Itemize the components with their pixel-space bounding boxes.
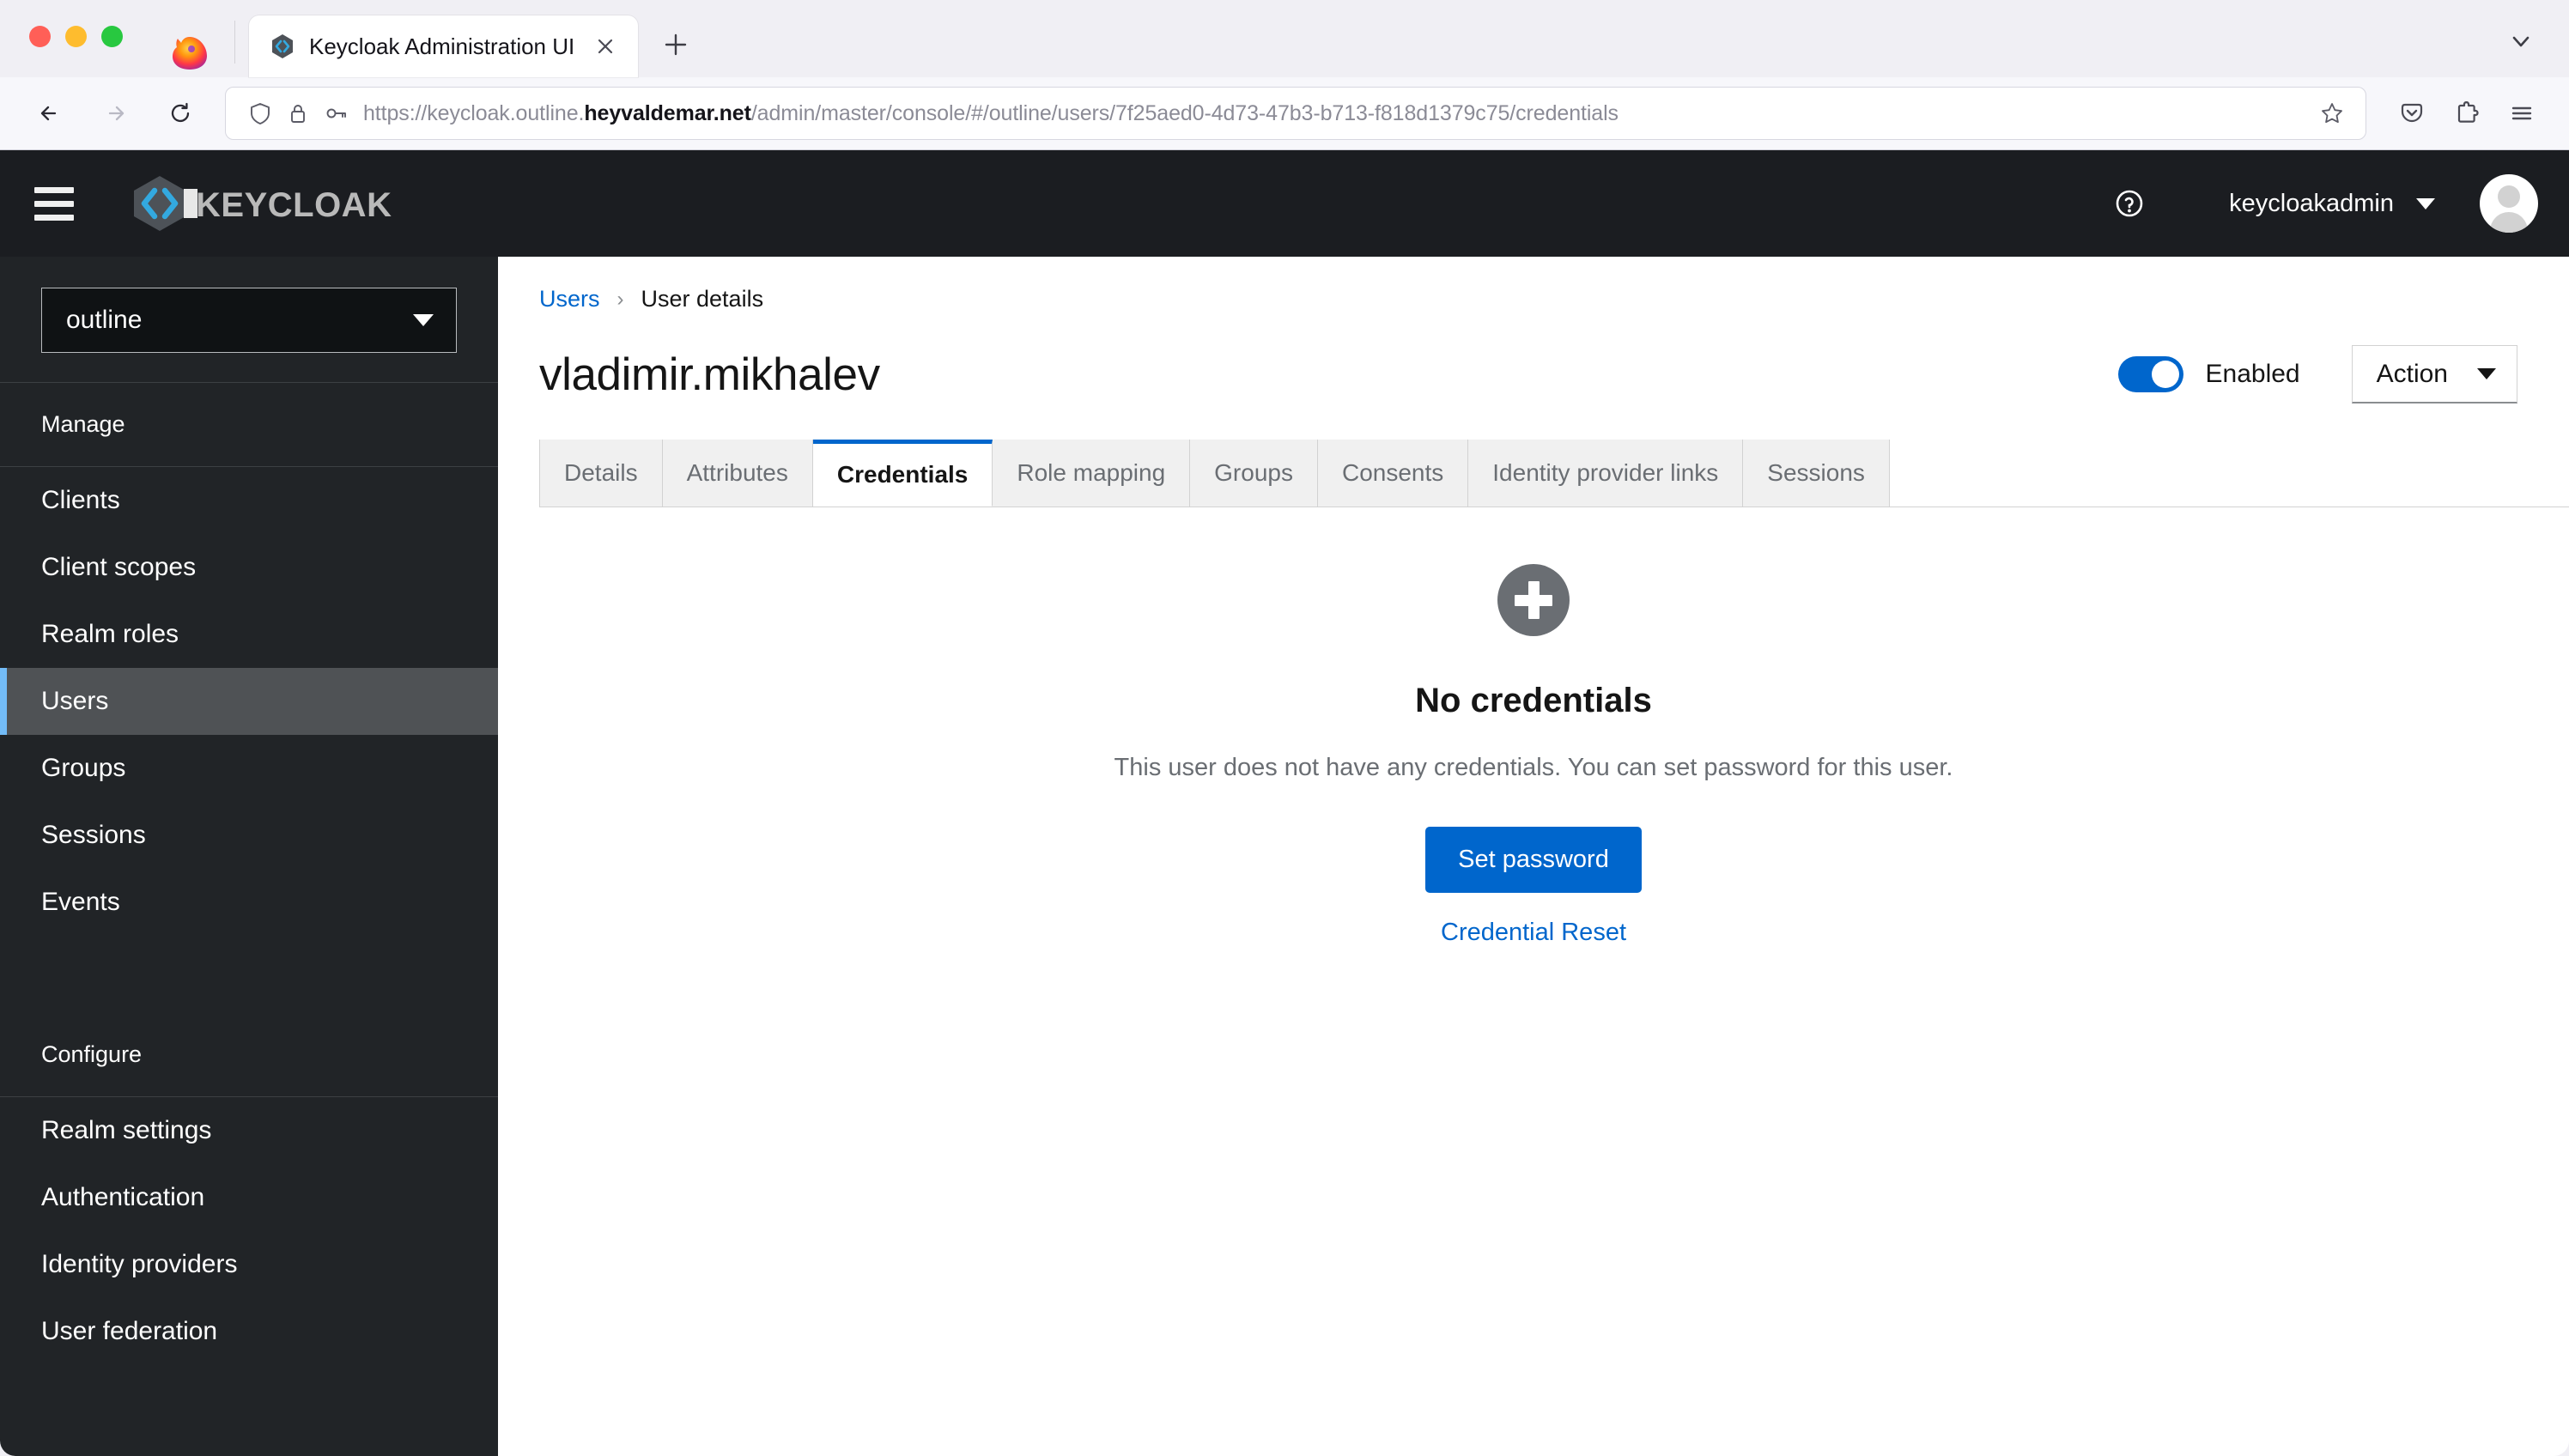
pocket-save-button[interactable] [2387,88,2437,138]
credential-reset-link[interactable]: Credential Reset [1441,919,1626,947]
svg-text:KEYCLOAK: KEYCLOAK [196,186,392,224]
set-password-button[interactable]: Set password [1425,827,1642,893]
nav-group-title-manage: Manage [41,411,125,437]
url-text: https://keycloak.outline.heyvaldemar.net… [363,101,2312,126]
help-question-icon[interactable] [2105,179,2153,228]
breadcrumb-separator-icon: › [616,287,624,311]
app-body: outline Manage Clients Client scopes Rea… [0,257,2569,1456]
browser-tab-title: Keycloak Administration UI [309,33,575,59]
key-icon[interactable] [317,94,355,132]
tab-sessions[interactable]: Sessions [1743,440,1890,507]
browser-navigation-bar: https://keycloak.outline.heyvaldemar.net… [0,77,2569,150]
lock-icon[interactable] [279,94,317,132]
chevron-down-icon [2477,368,2496,379]
browser-window: Keycloak Administration UI https://keycl… [0,0,2569,1456]
sidebar-item-users[interactable]: Users [0,668,498,735]
enabled-toggle-label: Enabled [2205,360,2300,388]
nav-group-title-configure: Configure [41,1041,143,1067]
chevron-down-icon [413,314,434,326]
browser-tab[interactable]: Keycloak Administration UI [249,15,639,77]
keycloak-brand-logo[interactable]: KEYCLOAK [127,173,410,234]
action-dropdown-label: Action [2376,359,2448,388]
firefox-logo-icon [171,34,209,72]
realm-selector[interactable]: outline [41,288,457,353]
user-menu-label: keycloakadmin [2229,189,2394,217]
maximize-window-button[interactable] [101,25,123,47]
sidebar-item-groups[interactable]: Groups [0,735,498,802]
sidebar-navigation: outline Manage Clients Client scopes Rea… [0,257,498,1456]
url-domain: heyvaldemar.net [584,100,751,125]
sidebar-item-authentication[interactable]: Authentication [0,1164,498,1231]
sidebar-item-realm-settings[interactable]: Realm settings [0,1097,498,1164]
page-title: vladimir.mikhalev [539,349,880,400]
main-content: Users › User details vladimir.mikhalev E… [498,257,2569,1456]
tab-strip-divider [234,21,235,64]
extensions-button[interactable] [2442,88,2492,138]
enabled-toggle-group: Enabled [2117,356,2300,392]
sidebar-item-realm-roles[interactable]: Realm roles [0,601,498,668]
shield-icon[interactable] [241,94,279,132]
breadcrumb: Users › User details [498,257,2569,312]
forward-button[interactable] [88,86,143,141]
tab-identity-provider-links[interactable]: Identity provider links [1468,440,1744,507]
user-avatar-icon[interactable] [2480,174,2538,233]
breadcrumb-link-users[interactable]: Users [539,286,600,312]
tab-role-mapping[interactable]: Role mapping [993,440,1191,507]
sidebar-item-events[interactable]: Events [0,869,498,936]
action-dropdown-button[interactable]: Action [2351,345,2517,403]
empty-state-title: No credentials [1415,682,1652,719]
close-icon[interactable] [588,29,623,64]
list-all-tabs-button[interactable] [2495,15,2547,67]
no-credentials-empty-state: No credentials This user does not have a… [498,507,2569,1456]
realm-selector-wrapper: outline [0,257,498,382]
keycloak-favicon-icon [270,33,295,59]
sidebar-item-clients[interactable]: Clients [0,467,498,534]
url-prefix: https://keycloak.outline. [363,100,585,125]
tab-groups[interactable]: Groups [1190,440,1318,507]
enabled-toggle[interactable] [2117,356,2183,392]
hamburger-menu-icon[interactable] [34,179,84,228]
chevron-down-icon [2416,197,2435,209]
tab-attributes[interactable]: Attributes [662,440,813,507]
reload-button[interactable] [153,86,208,141]
minimize-window-button[interactable] [65,25,87,47]
tab-consents[interactable]: Consents [1317,440,1469,507]
plus-circle-icon [1497,564,1570,636]
keycloak-admin-app: KEYCLOAK keycloakadmin outline Manage Cl… [0,150,2569,1456]
user-detail-tabs: Details Attributes Credentials Role mapp… [539,440,2569,507]
realm-selector-value: outline [66,306,143,334]
tab-credentials[interactable]: Credentials [812,440,993,507]
app-menu-button[interactable] [2497,88,2547,138]
sidebar-item-client-scopes[interactable]: Client scopes [0,534,498,601]
app-masthead: KEYCLOAK keycloakadmin [0,150,2569,257]
tab-details[interactable]: Details [539,440,663,507]
bookmark-star-icon[interactable] [2312,94,2352,133]
user-menu-button[interactable]: keycloakadmin [2229,190,2435,218]
sidebar-item-sessions[interactable]: Sessions [0,802,498,869]
window-traffic-lights [29,0,123,77]
browser-tab-strip: Keycloak Administration UI [0,0,2569,77]
url-address-bar[interactable]: https://keycloak.outline.heyvaldemar.net… [225,87,2366,140]
back-button[interactable] [22,86,77,141]
url-path: /admin/master/console/#/outline/users/7f… [750,100,1619,125]
new-tab-button[interactable] [653,22,698,67]
breadcrumb-current: User details [641,286,764,312]
page-header-row: vladimir.mikhalev Enabled Action [498,312,2569,403]
sidebar-item-identity-providers[interactable]: Identity providers [0,1231,498,1298]
close-window-button[interactable] [29,25,51,47]
sidebar-item-user-federation[interactable]: User federation [0,1298,498,1365]
empty-state-description: This user does not have any credentials.… [1114,754,1953,781]
